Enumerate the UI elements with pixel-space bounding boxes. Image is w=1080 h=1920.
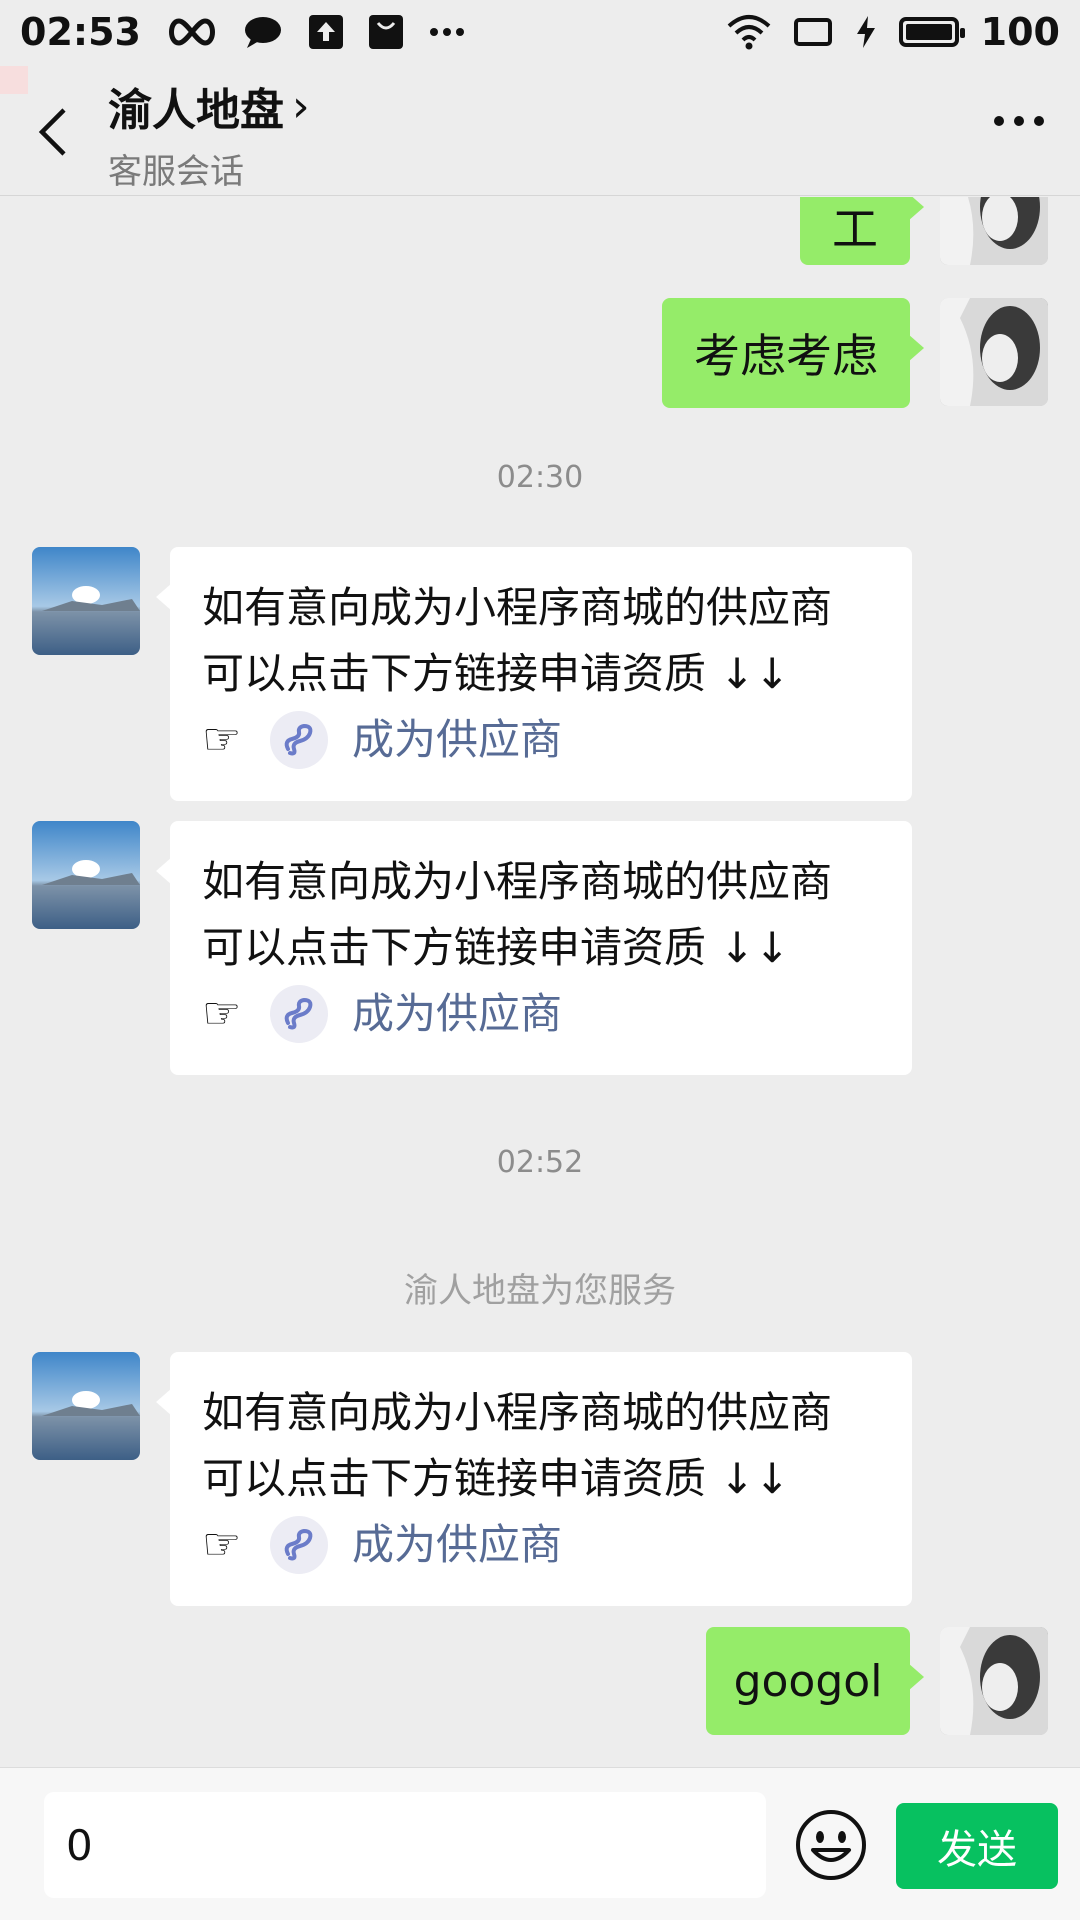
more-options-button[interactable] bbox=[994, 116, 1044, 126]
miniprogram-icon bbox=[270, 1516, 328, 1574]
back-button[interactable] bbox=[32, 104, 72, 160]
message-list[interactable]: 工 考虑考虑 02:30 如有意向成为小程序商城的供应商 可以点击下方链接申请资… bbox=[0, 197, 1080, 1767]
message-input[interactable] bbox=[44, 1792, 766, 1898]
corner-mark bbox=[0, 66, 28, 94]
message-text: 考虑考虑 bbox=[694, 329, 878, 383]
message-line: 可以点击下方链接申请资质 ↓↓ bbox=[202, 923, 790, 972]
screen-icon bbox=[793, 16, 833, 48]
message-line: 可以点击下方链接申请资质 ↓↓ bbox=[202, 649, 790, 698]
become-supplier-link[interactable]: 成为供应商 bbox=[352, 981, 562, 1047]
chat-bubble-icon bbox=[243, 15, 283, 49]
header-title-area[interactable]: 渝人地盘 › 客服会话 bbox=[108, 74, 310, 193]
message-line: 如有意向成为小程序商城的供应商 bbox=[202, 1388, 833, 1437]
message-bubble-service[interactable]: 如有意向成为小程序商城的供应商 可以点击下方链接申请资质 ↓↓ ☞ 成为供应商 bbox=[156, 547, 912, 801]
upload-icon bbox=[308, 15, 343, 49]
self-avatar[interactable] bbox=[940, 197, 1048, 265]
dot bbox=[1014, 116, 1024, 126]
charging-icon bbox=[855, 15, 877, 49]
battery-level: 100 bbox=[980, 10, 1060, 54]
system-notice: 渝人地盘为您服务 bbox=[404, 1271, 676, 1311]
pointing-hand-icon: ☞ bbox=[202, 714, 242, 765]
timestamp: 02:30 bbox=[496, 460, 584, 495]
miniprogram-link-row: ☞ 成为供应商 bbox=[202, 707, 880, 773]
battery-icon bbox=[898, 17, 965, 47]
miniprogram-icon bbox=[270, 985, 328, 1043]
emoji-icon bbox=[796, 1810, 866, 1880]
input-bar: 发送 bbox=[0, 1767, 1080, 1920]
emoji-button[interactable] bbox=[794, 1808, 868, 1882]
status-time: 02:53 bbox=[20, 10, 141, 54]
dot bbox=[1034, 116, 1044, 126]
send-button[interactable]: 发送 bbox=[896, 1803, 1058, 1889]
chat-subtitle: 客服会话 bbox=[108, 152, 244, 192]
self-avatar[interactable] bbox=[940, 1627, 1048, 1735]
become-supplier-link[interactable]: 成为供应商 bbox=[352, 1512, 562, 1578]
miniprogram-link-row: ☞ 成为供应商 bbox=[202, 1512, 880, 1578]
message-text: googol bbox=[733, 1655, 883, 1707]
service-avatar[interactable] bbox=[32, 821, 140, 929]
pointing-hand-icon: ☞ bbox=[202, 1519, 242, 1570]
more-dots-icon bbox=[429, 27, 465, 37]
dot bbox=[994, 116, 1004, 126]
miniprogram-link-row: ☞ 成为供应商 bbox=[202, 981, 880, 1047]
message-bubble-service[interactable]: 如有意向成为小程序商城的供应商 可以点击下方链接申请资质 ↓↓ ☞ 成为供应商 bbox=[156, 1352, 912, 1606]
message-bubble-self[interactable]: 工 bbox=[800, 197, 924, 265]
message-bubble-service[interactable]: 如有意向成为小程序商城的供应商 可以点击下方链接申请资质 ↓↓ ☞ 成为供应商 bbox=[156, 821, 912, 1075]
service-avatar[interactable] bbox=[32, 1352, 140, 1460]
message-line: 如有意向成为小程序商城的供应商 bbox=[202, 583, 833, 632]
wifi-icon bbox=[727, 14, 771, 50]
become-supplier-link[interactable]: 成为供应商 bbox=[352, 707, 562, 773]
back-arrow-icon bbox=[38, 108, 66, 156]
status-bar: 02:53 100 bbox=[0, 0, 1080, 64]
pointing-hand-icon: ☞ bbox=[202, 988, 242, 1039]
timestamp: 02:52 bbox=[496, 1145, 584, 1180]
chevron-right-icon: › bbox=[292, 80, 310, 132]
bag-icon bbox=[368, 15, 403, 49]
chat-title-text: 渝人地盘 bbox=[108, 85, 284, 136]
message-bubble-self[interactable]: googol bbox=[706, 1627, 924, 1735]
infinity-icon bbox=[167, 17, 217, 47]
message-bubble-self[interactable]: 考虑考虑 bbox=[662, 298, 924, 408]
chat-title: 渝人地盘 › bbox=[108, 74, 310, 138]
chat-header: 渝人地盘 › 客服会话 bbox=[0, 64, 1080, 196]
message-line: 如有意向成为小程序商城的供应商 bbox=[202, 857, 833, 906]
service-avatar[interactable] bbox=[32, 547, 140, 655]
message-text: 工 bbox=[832, 202, 878, 256]
self-avatar[interactable] bbox=[940, 298, 1048, 406]
message-line: 可以点击下方链接申请资质 ↓↓ bbox=[202, 1454, 790, 1503]
miniprogram-icon bbox=[270, 711, 328, 769]
